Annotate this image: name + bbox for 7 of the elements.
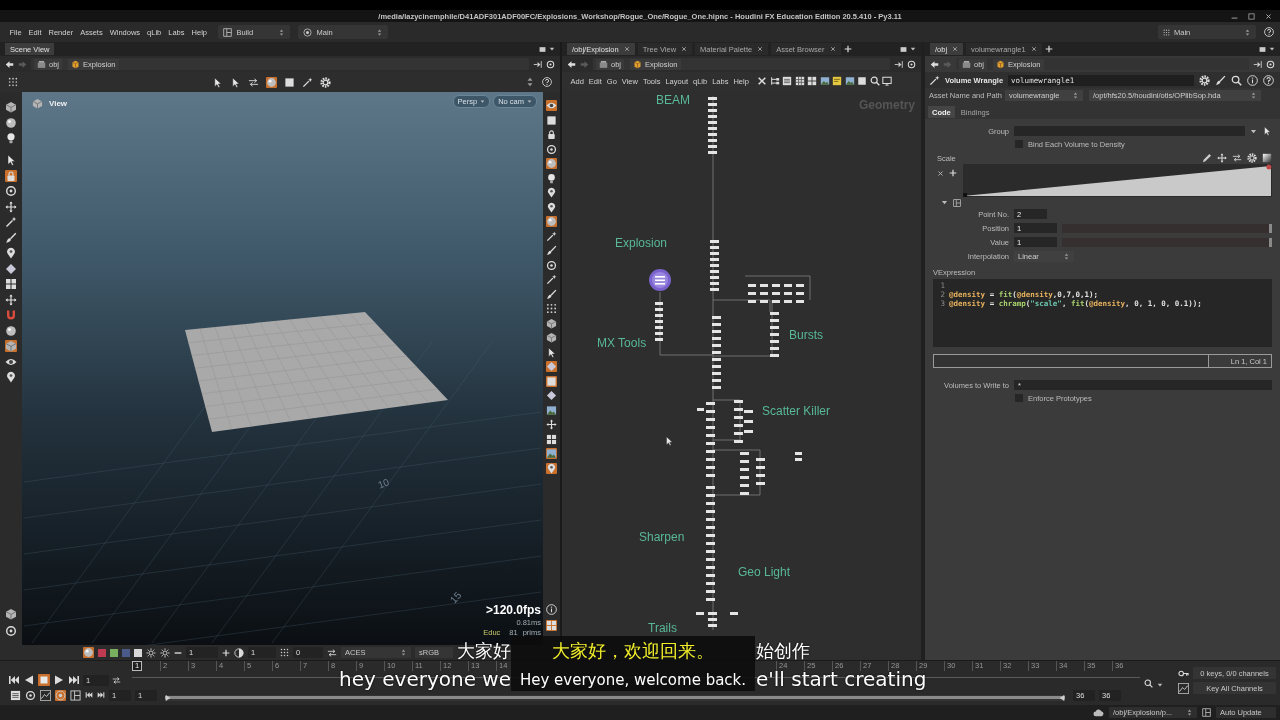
- grid-number: 10: [376, 476, 391, 491]
- viewport-label: View: [49, 99, 68, 108]
- subtitle-text: hey everyone we: [339, 669, 511, 690]
- grid-number: 15: [447, 589, 464, 606]
- subtitle-text: e'll start creating: [756, 669, 927, 690]
- fps-readout: >120.0fps: [485, 603, 541, 617]
- subtitle-text: Hey everyone, welcome back.: [519, 672, 747, 689]
